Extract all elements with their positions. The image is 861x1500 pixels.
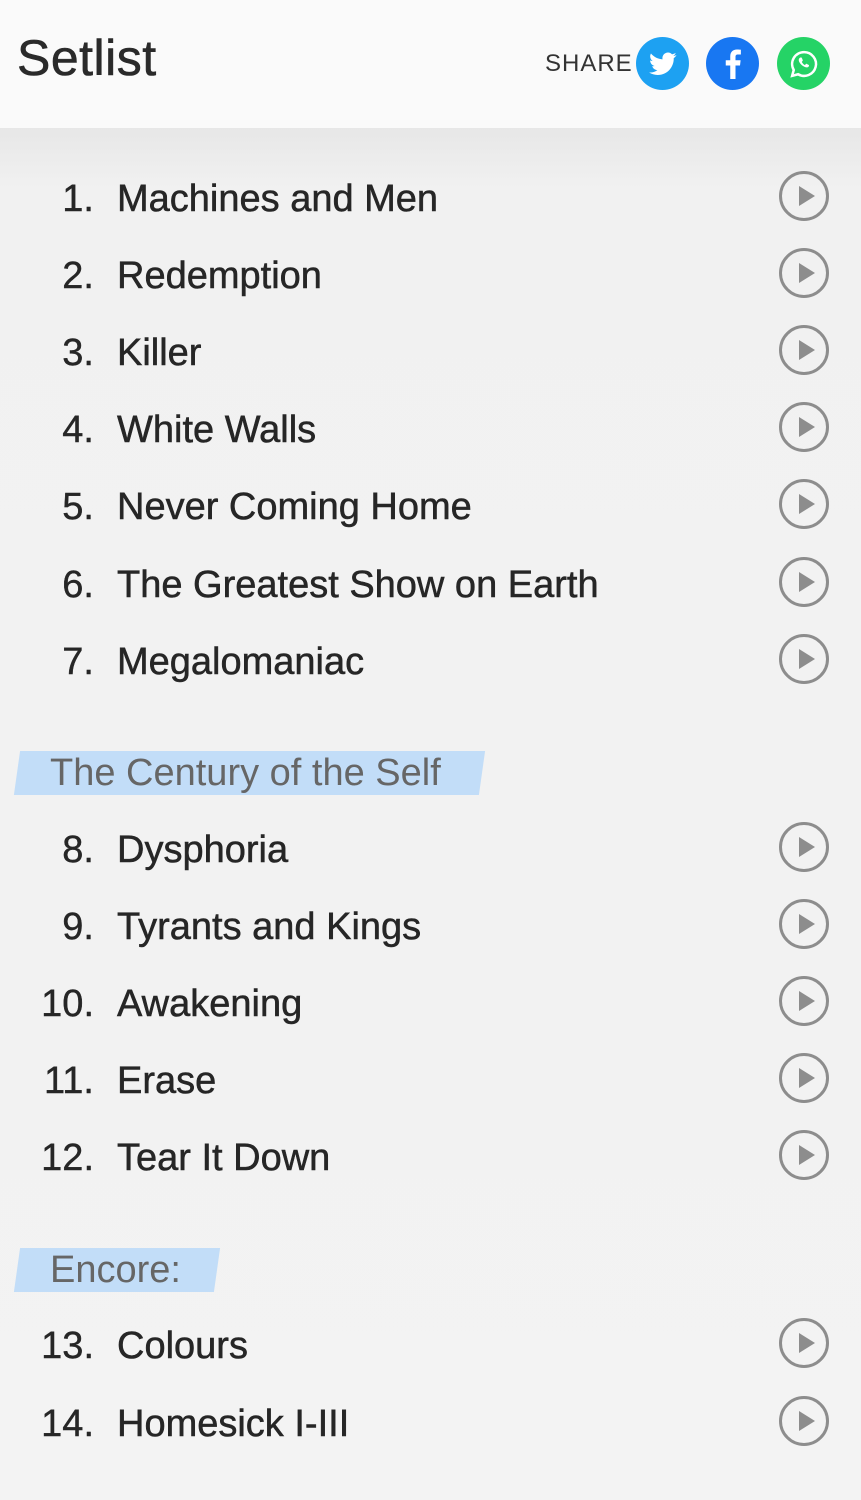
song-row: 11. Erase [0,1050,861,1114]
song-title: Redemption [117,255,322,298]
song-row: 14. Homesick I-III [0,1393,861,1457]
share-label: SHARE [545,50,633,77]
whatsapp-phone-icon [789,50,817,78]
song-row: 7. Megalomaniac [0,631,861,695]
song-number: 4. [62,409,94,451]
facebook-f-icon [725,49,741,79]
song-number: 12. [41,1137,94,1179]
whatsapp-share-button[interactable] [777,37,830,90]
twitter-share-button[interactable] [636,37,689,90]
play-circle-icon[interactable] [779,899,829,949]
song-number: 14. [41,1403,94,1445]
play-circle-icon[interactable] [779,1053,829,1103]
song-number: 2. [62,255,94,297]
play-circle-icon[interactable] [779,822,829,872]
song-number: 5. [62,486,94,528]
song-title: Erase [117,1060,217,1103]
song-title: Machines and Men [117,178,439,221]
setlist-content: 1. Machines and Men 2. Redemption 3. Kil… [0,128,861,1500]
song-title: The Greatest Show on Earth [117,564,599,607]
song-title: Dysphoria [117,829,289,872]
play-circle-icon[interactable] [779,1130,829,1180]
twitter-bird-icon [648,51,677,75]
song-title: Colours [117,1325,248,1368]
song-title: Tear It Down [117,1137,331,1180]
section-heading-text: The Century of the Self [50,752,441,794]
play-circle-icon[interactable] [779,976,829,1026]
facebook-share-button[interactable] [706,37,759,90]
song-title: Never Coming Home [117,486,472,529]
page-title: Setlist [17,30,157,87]
song-number: 3. [62,332,94,374]
song-row: 2. Redemption [0,245,861,309]
song-number: 6. [62,564,94,606]
song-row: 9. Tyrants and Kings [0,896,861,960]
section-heading: The Century of the Self [13,751,487,795]
play-circle-icon[interactable] [779,171,829,221]
play-circle-icon[interactable] [779,634,829,684]
play-circle-icon[interactable] [779,1396,829,1446]
song-title: White Walls [117,409,317,452]
song-row: 6. The Greatest Show on Earth [0,554,861,618]
song-row: 12. Tear It Down [0,1127,861,1191]
song-row: 13. Colours [0,1315,861,1379]
song-number: 11. [43,1060,94,1102]
play-circle-icon[interactable] [779,557,829,607]
play-circle-icon[interactable] [779,402,829,452]
song-number: 7. [62,641,94,683]
song-number: 8. [62,829,94,871]
song-title: Killer [117,332,202,375]
song-title: Homesick I-III [117,1403,350,1446]
song-row: 5. Never Coming Home [0,476,861,540]
song-title: Megalomaniac [117,641,365,684]
song-number: 9. [62,906,94,948]
song-row: 3. Killer [0,322,861,386]
play-circle-icon[interactable] [779,248,829,298]
song-title: Tyrants and Kings [117,906,422,949]
play-circle-icon[interactable] [779,1318,829,1368]
song-number: 13. [41,1325,94,1367]
section-heading-text: Encore: [50,1249,181,1291]
song-title: Awakening [117,983,303,1026]
setlist-header: Setlist SHARE [0,0,861,128]
song-row: 4. White Walls [0,399,861,463]
song-row: 8. Dysphoria [0,819,861,883]
song-number: 10. [41,983,94,1025]
play-circle-icon[interactable] [779,479,829,529]
song-number: 1. [62,178,94,220]
song-row: 1. Machines and Men [0,168,861,232]
section-heading: Encore: [13,1248,222,1292]
song-row: 10. Awakening [0,973,861,1037]
play-circle-icon[interactable] [779,325,829,375]
